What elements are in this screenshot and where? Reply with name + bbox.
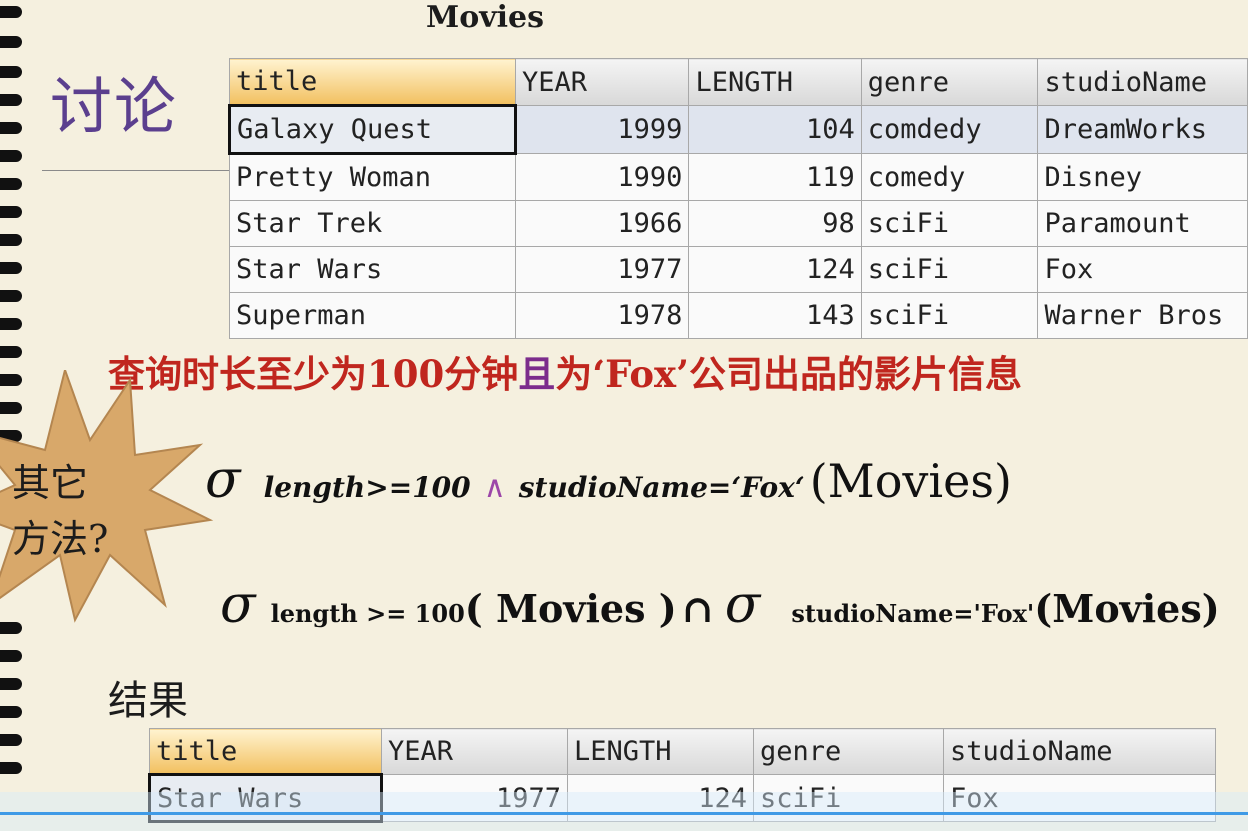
binding-ring — [0, 206, 22, 218]
cell-title[interactable]: Star Trek — [229, 200, 516, 247]
binding-ring — [0, 678, 22, 690]
binding-ring — [0, 122, 22, 134]
binding-ring — [0, 762, 22, 774]
cell-length[interactable]: 98 — [688, 200, 862, 247]
cell-title[interactable]: Star Wars — [229, 246, 516, 293]
cell-length[interactable]: 119 — [688, 153, 862, 201]
cell-studio[interactable]: Fox — [1037, 246, 1248, 293]
condition-length: length >= 100 — [270, 599, 465, 628]
relation-name: (Movies) — [1034, 586, 1220, 631]
binding-ring — [0, 66, 22, 78]
cell-year[interactable]: 1999 — [514, 105, 690, 154]
cell-title[interactable]: Superman — [229, 292, 516, 339]
binding-ring — [0, 94, 22, 106]
column-header-genre[interactable]: genre — [860, 58, 1039, 106]
cell-year[interactable]: 1977 — [514, 246, 690, 293]
column-header-title[interactable]: title — [229, 58, 516, 106]
intersect-symbol: ∩ — [681, 586, 714, 631]
column-header-studio[interactable]: studioName — [943, 728, 1216, 775]
column-header-genre[interactable]: genre — [753, 728, 944, 775]
binding-ring — [0, 650, 22, 662]
relation-name: (Movies) — [809, 454, 1012, 508]
discuss-heading: 讨论 — [50, 70, 179, 143]
binding-ring — [0, 6, 22, 18]
cell-genre[interactable]: comedy — [860, 153, 1039, 201]
column-header-title[interactable]: title — [149, 728, 382, 775]
cell-studio[interactable]: Disney — [1037, 153, 1248, 201]
callout-line-2: 方法? — [12, 517, 109, 561]
selection-formula-conjunction: σ length>=100 ∧ studioName=‘Fox‘ (Movies… — [205, 450, 1012, 510]
table-row: Galaxy Quest 1999 104 comdedy DreamWorks — [228, 104, 1248, 155]
callout-line-1: 其它 — [12, 461, 89, 505]
progress-line — [0, 812, 1248, 815]
table-header-row: title YEAR LENGTH genre studioName — [229, 58, 1248, 106]
cell-genre[interactable]: sciFi — [860, 246, 1039, 293]
and-symbol: ∧ — [483, 470, 506, 505]
selection-formula-intersection: σ length >= 100( Movies ) ∩ σ studioName… — [220, 575, 1220, 635]
binding-ring — [0, 290, 22, 302]
condition-studio: studioName=‘Fox‘ — [518, 471, 805, 504]
cell-title[interactable]: Galaxy Quest — [228, 104, 517, 155]
binding-ring — [0, 318, 22, 330]
column-header-year[interactable]: YEAR — [514, 58, 690, 106]
table-row: Pretty Woman 1990 119 comedy Disney — [229, 153, 1248, 201]
condition-length: length>=100 — [263, 471, 471, 504]
sigma-symbol: σ — [724, 575, 761, 635]
divider-line — [42, 170, 230, 171]
cell-title[interactable]: Pretty Woman — [229, 153, 516, 201]
query-question: 查询时长至少为100分钟且为‘Fox’公司出品的影片信息 — [108, 344, 1022, 398]
sigma-symbol: σ — [205, 450, 241, 510]
condition-studio: studioName='Fox' — [791, 599, 1035, 628]
movies-table: title YEAR LENGTH genre studioName Galax… — [228, 58, 1248, 339]
binding-ring — [0, 36, 22, 48]
question-conjunction: 且 — [518, 352, 556, 396]
column-header-length[interactable]: LENGTH — [567, 728, 754, 775]
cell-year[interactable]: 1978 — [514, 292, 690, 339]
table-row: Star Wars 1977 124 sciFi Fox — [229, 246, 1248, 293]
question-part-2: 为‘Fox’公司出品的影片信息 — [555, 352, 1022, 396]
cell-length[interactable]: 143 — [688, 292, 862, 339]
cell-genre[interactable]: sciFi — [860, 200, 1039, 247]
cell-studio[interactable]: Warner Bros — [1037, 292, 1248, 339]
result-label: 结果 — [108, 678, 188, 724]
table-row: Superman 1978 143 sciFi Warner Bros — [229, 292, 1248, 339]
column-header-length[interactable]: LENGTH — [688, 58, 862, 106]
binding-ring — [0, 150, 22, 162]
column-header-year[interactable]: YEAR — [381, 728, 568, 775]
table-row: Star Trek 1966 98 sciFi Paramount — [229, 200, 1248, 247]
slide-title: Movies — [426, 0, 545, 35]
table-header-row: title YEAR LENGTH genre studioName — [149, 728, 1216, 775]
cell-length[interactable]: 104 — [688, 105, 862, 154]
binding-ring — [0, 234, 22, 246]
cell-length[interactable]: 124 — [688, 246, 862, 293]
binding-ring — [0, 706, 22, 718]
other-methods-callout: 其它 方法? — [12, 455, 142, 567]
cell-genre[interactable]: comdedy — [860, 105, 1039, 154]
cell-studio[interactable]: DreamWorks — [1037, 105, 1248, 154]
cell-year[interactable]: 1990 — [514, 153, 690, 201]
binding-ring — [0, 734, 22, 746]
column-header-studio[interactable]: studioName — [1037, 58, 1248, 106]
cell-year[interactable]: 1966 — [514, 200, 690, 247]
binding-ring — [0, 346, 22, 358]
binding-ring — [0, 178, 22, 190]
cell-genre[interactable]: sciFi — [860, 292, 1039, 339]
binding-ring — [0, 262, 22, 274]
sigma-symbol: σ — [220, 575, 256, 635]
cell-studio[interactable]: Paramount — [1037, 200, 1248, 247]
relation-name: ( Movies ) — [464, 586, 677, 631]
